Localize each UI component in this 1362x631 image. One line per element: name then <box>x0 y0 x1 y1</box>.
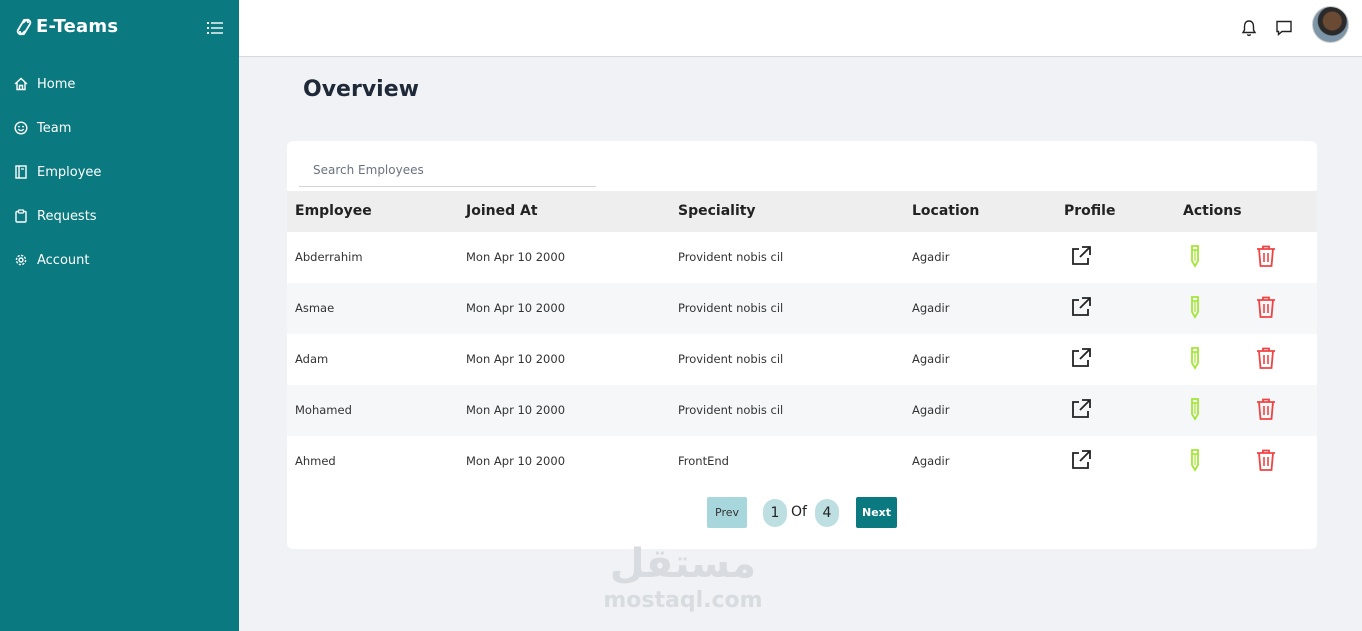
sidebar: E-Teams Home Team Employee Requests Acco… <box>0 0 239 631</box>
edit-pencil-icon[interactable] <box>1183 448 1207 472</box>
prev-button[interactable]: Prev <box>707 497 747 528</box>
bell-icon[interactable] <box>1239 18 1259 38</box>
pagination: Prev 1 Of 4 Next <box>707 497 1007 529</box>
link-icon <box>16 18 32 35</box>
table-row: Asmae Mon Apr 10 2000 Provident nobis cil A… <box>287 283 1317 334</box>
edit-pencil-icon[interactable] <box>1183 346 1207 370</box>
cell-location: Agadir <box>912 250 950 264</box>
trash-icon[interactable] <box>1254 295 1278 319</box>
external-link-icon[interactable] <box>1069 448 1093 472</box>
trash-icon[interactable] <box>1254 397 1278 421</box>
column-header-employee: Employee <box>295 203 372 219</box>
trash-icon[interactable] <box>1254 244 1278 268</box>
sidebar-item-label: Account <box>37 252 90 268</box>
cell-speciality: FrontEnd <box>678 454 729 468</box>
book-icon <box>15 165 27 179</box>
cell-location: Agadir <box>912 301 950 315</box>
table-row: Mohamed Mon Apr 10 2000 Provident nobis ci… <box>287 385 1317 436</box>
sidebar-item-employee[interactable]: Employee <box>14 158 101 186</box>
smiley-icon <box>14 121 28 135</box>
sidebar-item-label: Team <box>37 120 72 136</box>
sidebar-item-requests[interactable]: Requests <box>14 202 101 230</box>
cell-joined-at: Mon Apr 10 2000 <box>466 352 566 366</box>
watermark-logo: مستقل mostaql.com <box>598 540 768 614</box>
watermark-latin: mostaql.com <box>603 588 763 613</box>
table-row: Abderrahim Mon Apr 10 2000 Provident nobis… <box>287 232 1317 283</box>
clipboard-icon <box>15 209 27 223</box>
chat-icon[interactable] <box>1274 18 1294 38</box>
external-link-icon[interactable] <box>1069 295 1093 319</box>
column-header-speciality: Speciality <box>678 203 756 219</box>
trash-icon[interactable] <box>1254 346 1278 370</box>
sidebar-item-label: Home <box>37 76 76 92</box>
column-header-joined: Joined At <box>466 203 538 219</box>
page-title: Overview <box>303 77 419 102</box>
current-page: 1 <box>763 499 787 527</box>
sidebar-nav: Home Team Employee Requests Account <box>14 70 101 290</box>
cell-location: Agadir <box>912 454 950 468</box>
sidebar-item-label: Employee <box>37 164 102 180</box>
column-header-location: Location <box>912 203 980 219</box>
edit-pencil-icon[interactable] <box>1183 244 1207 268</box>
cell-joined-at: Mon Apr 10 2000 <box>466 454 566 468</box>
search-input[interactable] <box>299 153 596 187</box>
avatar[interactable] <box>1312 6 1349 43</box>
cell-joined-at: Mon Apr 10 2000 <box>466 250 566 264</box>
sidebar-item-label: Requests <box>37 208 97 224</box>
cell-employee: Abderrahim <box>295 250 363 264</box>
sidebar-item-account[interactable]: Account <box>14 246 101 274</box>
cell-employee: Mohamed <box>295 403 352 417</box>
cell-location: Agadir <box>912 403 950 417</box>
table-row: Ahmed Mon Apr 10 2000 FrontEnd Agadir <box>287 436 1317 487</box>
cell-location: Agadir <box>912 352 950 366</box>
cell-employee: Ahmed <box>295 454 336 468</box>
list-menu-icon[interactable] <box>207 20 223 36</box>
home-icon <box>14 77 28 91</box>
cell-speciality: Provident nobis cil <box>678 403 784 417</box>
watermark-arabic: مستقل <box>609 541 757 587</box>
column-header-profile: Profile <box>1064 203 1116 219</box>
cell-speciality: Provident nobis cil <box>678 301 784 315</box>
trash-icon[interactable] <box>1254 448 1278 472</box>
sidebar-item-team[interactable]: Team <box>14 114 101 142</box>
next-button[interactable]: Next <box>856 497 897 528</box>
cell-joined-at: Mon Apr 10 2000 <box>466 403 566 417</box>
topbar <box>239 0 1362 57</box>
edit-pencil-icon[interactable] <box>1183 397 1207 421</box>
gear-icon <box>15 254 27 266</box>
brand[interactable]: E-Teams <box>16 16 118 37</box>
external-link-icon[interactable] <box>1069 244 1093 268</box>
sidebar-item-home[interactable]: Home <box>14 70 101 98</box>
employees-card: Employee Joined At Speciality Location P… <box>287 141 1317 549</box>
column-header-actions: Actions <box>1183 203 1242 219</box>
cell-employee: Adam <box>295 352 329 366</box>
cell-speciality: Provident nobis cil <box>678 352 784 366</box>
external-link-icon[interactable] <box>1069 397 1093 421</box>
total-pages: 4 <box>815 499 839 527</box>
external-link-icon[interactable] <box>1069 346 1093 370</box>
brand-name: E-Teams <box>36 16 119 37</box>
cell-joined-at: Mon Apr 10 2000 <box>466 301 566 315</box>
cell-speciality: Provident nobis cil <box>678 250 784 264</box>
table-row: Adam Mon Apr 10 2000 Provident nobis cil Ag… <box>287 334 1317 385</box>
cell-employee: Asmae <box>295 301 335 315</box>
edit-pencil-icon[interactable] <box>1183 295 1207 319</box>
table-header: Employee Joined At Speciality Location P… <box>287 191 1317 232</box>
page-of-label: Of <box>791 504 807 520</box>
